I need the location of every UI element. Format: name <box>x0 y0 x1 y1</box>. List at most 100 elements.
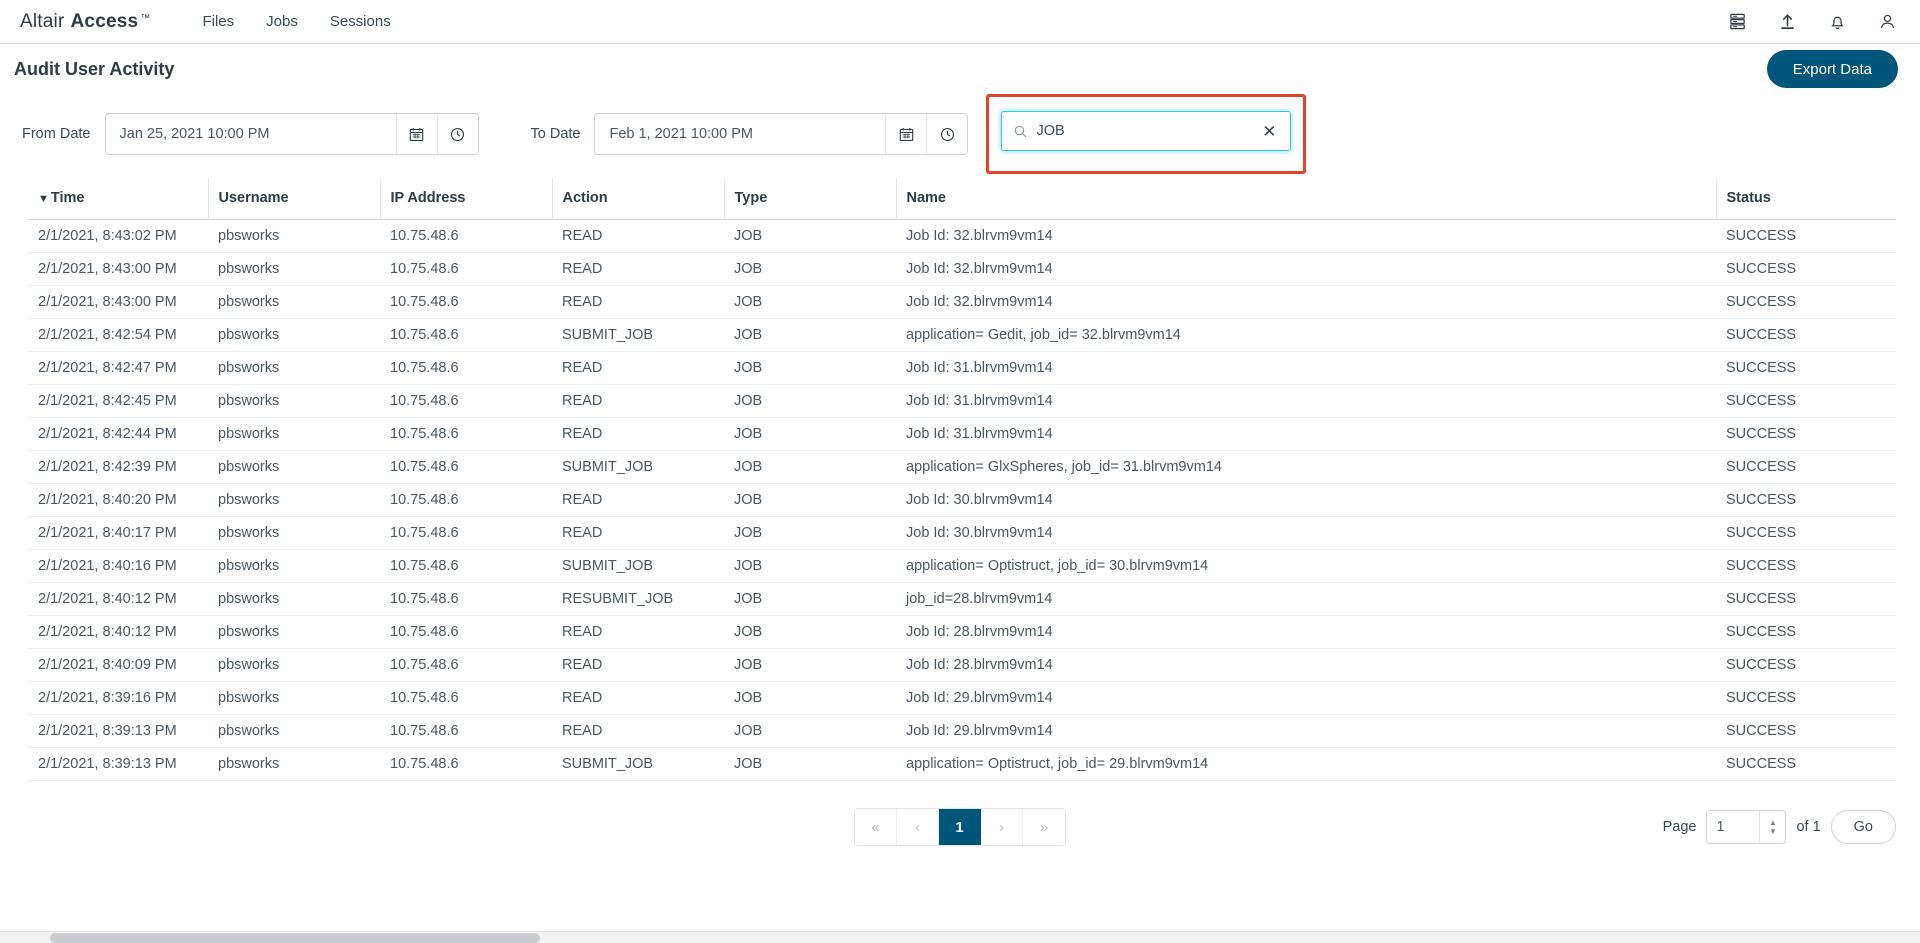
cell-action: READ <box>552 384 724 418</box>
nav-item-jobs[interactable]: Jobs <box>250 7 314 36</box>
column-header-time[interactable]: ▼ Time <box>28 178 209 220</box>
brand-name-bold: Access <box>70 10 139 32</box>
cell-time: 2/1/2021, 8:42:54 PM <box>28 318 208 352</box>
from-date-clock-icon[interactable] <box>436 114 478 154</box>
cell-time: 2/1/2021, 8:40:17 PM <box>28 516 208 550</box>
page-jump-label: Page <box>1662 819 1697 835</box>
cell-name: Job Id: 30.blrvm9vm14 <box>896 516 1716 550</box>
table-row[interactable]: 2/1/2021, 8:43:02 PM pbsworks 10.75.48.6 RE… <box>28 219 1896 253</box>
column-header-ip-address[interactable]: IP Address <box>380 178 553 220</box>
table-header: ▼ Time Username IP Address Action Type Na… <box>28 178 1896 220</box>
cell-username: pbsworks <box>208 549 380 583</box>
cell-type: JOB <box>724 582 896 616</box>
table-row[interactable]: 2/1/2021, 8:42:44 PM pbsworks 10.75.48.6 RE… <box>28 417 1896 451</box>
nav-item-sessions[interactable]: Sessions <box>314 7 407 36</box>
cell-action: READ <box>552 648 724 682</box>
cell-type: JOB <box>724 747 896 781</box>
table-row[interactable]: 2/1/2021, 8:42:54 PM pbsworks 10.75.48.6 SU… <box>28 318 1896 352</box>
pagination-first-button[interactable]: « <box>855 809 897 845</box>
table-row[interactable]: 2/1/2021, 8:40:09 PM pbsworks 10.75.48.6 RE… <box>28 648 1896 682</box>
pagination-next-button[interactable]: › <box>981 809 1023 845</box>
stepper-down-icon[interactable]: ▼ <box>1769 828 1777 836</box>
cell-type: JOB <box>724 252 896 286</box>
pagination-page-1-button[interactable]: 1 <box>939 809 981 845</box>
column-header-action[interactable]: Action <box>552 178 725 220</box>
pagination-prev-button[interactable]: ‹ <box>897 809 939 845</box>
cell-status: SUCCESS <box>1716 450 1896 484</box>
cell-ip: 10.75.48.6 <box>380 483 552 517</box>
from-date-input[interactable] <box>105 114 396 154</box>
from-date-field[interactable] <box>104 113 479 155</box>
cell-action: RESUBMIT_JOB <box>552 582 724 616</box>
cell-type: JOB <box>724 219 896 253</box>
cell-action: READ <box>552 516 724 550</box>
table-row[interactable]: 2/1/2021, 8:42:39 PM pbsworks 10.75.48.6 SU… <box>28 450 1896 484</box>
cell-action: SUBMIT_JOB <box>552 318 724 352</box>
cell-type: JOB <box>724 714 896 748</box>
upload-icon[interactable] <box>1776 11 1798 33</box>
table-row[interactable]: 2/1/2021, 8:43:00 PM pbsworks 10.75.48.6 RE… <box>28 252 1896 286</box>
audit-table-container: ▼ Time Username IP Address Action Type Na… <box>0 178 1920 781</box>
cell-type: JOB <box>724 384 896 418</box>
page-stepper-arrows[interactable]: ▲ ▼ <box>1759 811 1785 843</box>
notification-bell-icon[interactable] <box>1826 11 1848 33</box>
cell-ip: 10.75.48.6 <box>380 384 552 418</box>
column-header-name[interactable]: Name <box>896 178 1717 220</box>
user-account-icon[interactable] <box>1876 11 1898 33</box>
cell-status: SUCCESS <box>1716 219 1896 253</box>
column-header-type[interactable]: Type <box>724 178 897 220</box>
column-header-status[interactable]: Status <box>1716 178 1896 220</box>
cell-ip: 10.75.48.6 <box>380 417 552 451</box>
brand-logo[interactable]: Altair Access ™ <box>20 11 150 33</box>
cell-name: job_id=28.blrvm9vm14 <box>896 582 1716 616</box>
cell-ip: 10.75.48.6 <box>380 516 552 550</box>
to-date-label: To Date <box>530 126 581 142</box>
pagination-last-button[interactable]: » <box>1023 809 1065 845</box>
to-date-calendar-icon[interactable] <box>885 114 927 154</box>
page-number-input[interactable] <box>1707 811 1760 843</box>
from-date-label: From Date <box>22 126 91 142</box>
horizontal-scrollbar-thumb[interactable] <box>50 933 540 943</box>
stepper-up-icon[interactable]: ▲ <box>1769 819 1777 827</box>
to-date-clock-icon[interactable] <box>926 114 968 154</box>
table-row[interactable]: 2/1/2021, 8:39:13 PM pbsworks 10.75.48.6 SU… <box>28 747 1896 781</box>
cell-type: JOB <box>724 681 896 715</box>
cell-username: pbsworks <box>208 681 380 715</box>
go-to-page-button[interactable]: Go <box>1830 810 1896 844</box>
cell-status: SUCCESS <box>1716 681 1896 715</box>
search-field[interactable]: ✕ <box>1001 111 1292 151</box>
to-date-input[interactable] <box>595 114 886 154</box>
cell-time: 2/1/2021, 8:39:13 PM <box>28 714 208 748</box>
table-row[interactable]: 2/1/2021, 8:43:00 PM pbsworks 10.75.48.6 RE… <box>28 285 1896 319</box>
table-row[interactable]: 2/1/2021, 8:40:12 PM pbsworks 10.75.48.6 RE… <box>28 615 1896 649</box>
sort-descending-icon: ▼ <box>38 193 49 205</box>
cell-action: SUBMIT_JOB <box>552 747 724 781</box>
server-rack-icon[interactable] <box>1726 11 1748 33</box>
cell-name: application= GlxSpheres, job_id= 31.blrv… <box>896 450 1716 484</box>
horizontal-scrollbar[interactable] <box>0 931 1920 943</box>
from-date-calendar-icon[interactable] <box>395 114 437 154</box>
cell-time: 2/1/2021, 8:39:13 PM <box>28 747 208 781</box>
export-data-button[interactable]: Export Data <box>1766 50 1898 88</box>
to-date-field[interactable] <box>594 113 969 155</box>
cell-name: Job Id: 32.blrvm9vm14 <box>896 285 1716 319</box>
cell-status: SUCCESS <box>1716 252 1896 286</box>
cell-action: READ <box>552 285 724 319</box>
column-header-username[interactable]: Username <box>208 178 381 220</box>
cell-time: 2/1/2021, 8:39:16 PM <box>28 681 208 715</box>
table-row[interactable]: 2/1/2021, 8:40:16 PM pbsworks 10.75.48.6 SU… <box>28 549 1896 583</box>
table-row[interactable]: 2/1/2021, 8:42:45 PM pbsworks 10.75.48.6 RE… <box>28 384 1896 418</box>
cell-time: 2/1/2021, 8:42:44 PM <box>28 417 208 451</box>
table-row[interactable]: 2/1/2021, 8:40:12 PM pbsworks 10.75.48.6 RE… <box>28 582 1896 616</box>
table-row[interactable]: 2/1/2021, 8:42:47 PM pbsworks 10.75.48.6 RE… <box>28 351 1896 385</box>
table-row[interactable]: 2/1/2021, 8:40:17 PM pbsworks 10.75.48.6 RE… <box>28 516 1896 550</box>
cell-type: JOB <box>724 516 896 550</box>
nav-item-files[interactable]: Files <box>186 7 250 36</box>
table-row[interactable]: 2/1/2021, 8:39:13 PM pbsworks 10.75.48.6 RE… <box>28 714 1896 748</box>
table-row[interactable]: 2/1/2021, 8:40:20 PM pbsworks 10.75.48.6 RE… <box>28 483 1896 517</box>
search-input[interactable] <box>1028 123 1261 139</box>
clear-search-icon[interactable]: ✕ <box>1260 121 1278 142</box>
cell-type: JOB <box>724 648 896 682</box>
table-row[interactable]: 2/1/2021, 8:39:16 PM pbsworks 10.75.48.6 RE… <box>28 681 1896 715</box>
page-number-stepper[interactable]: ▲ ▼ <box>1706 810 1787 844</box>
